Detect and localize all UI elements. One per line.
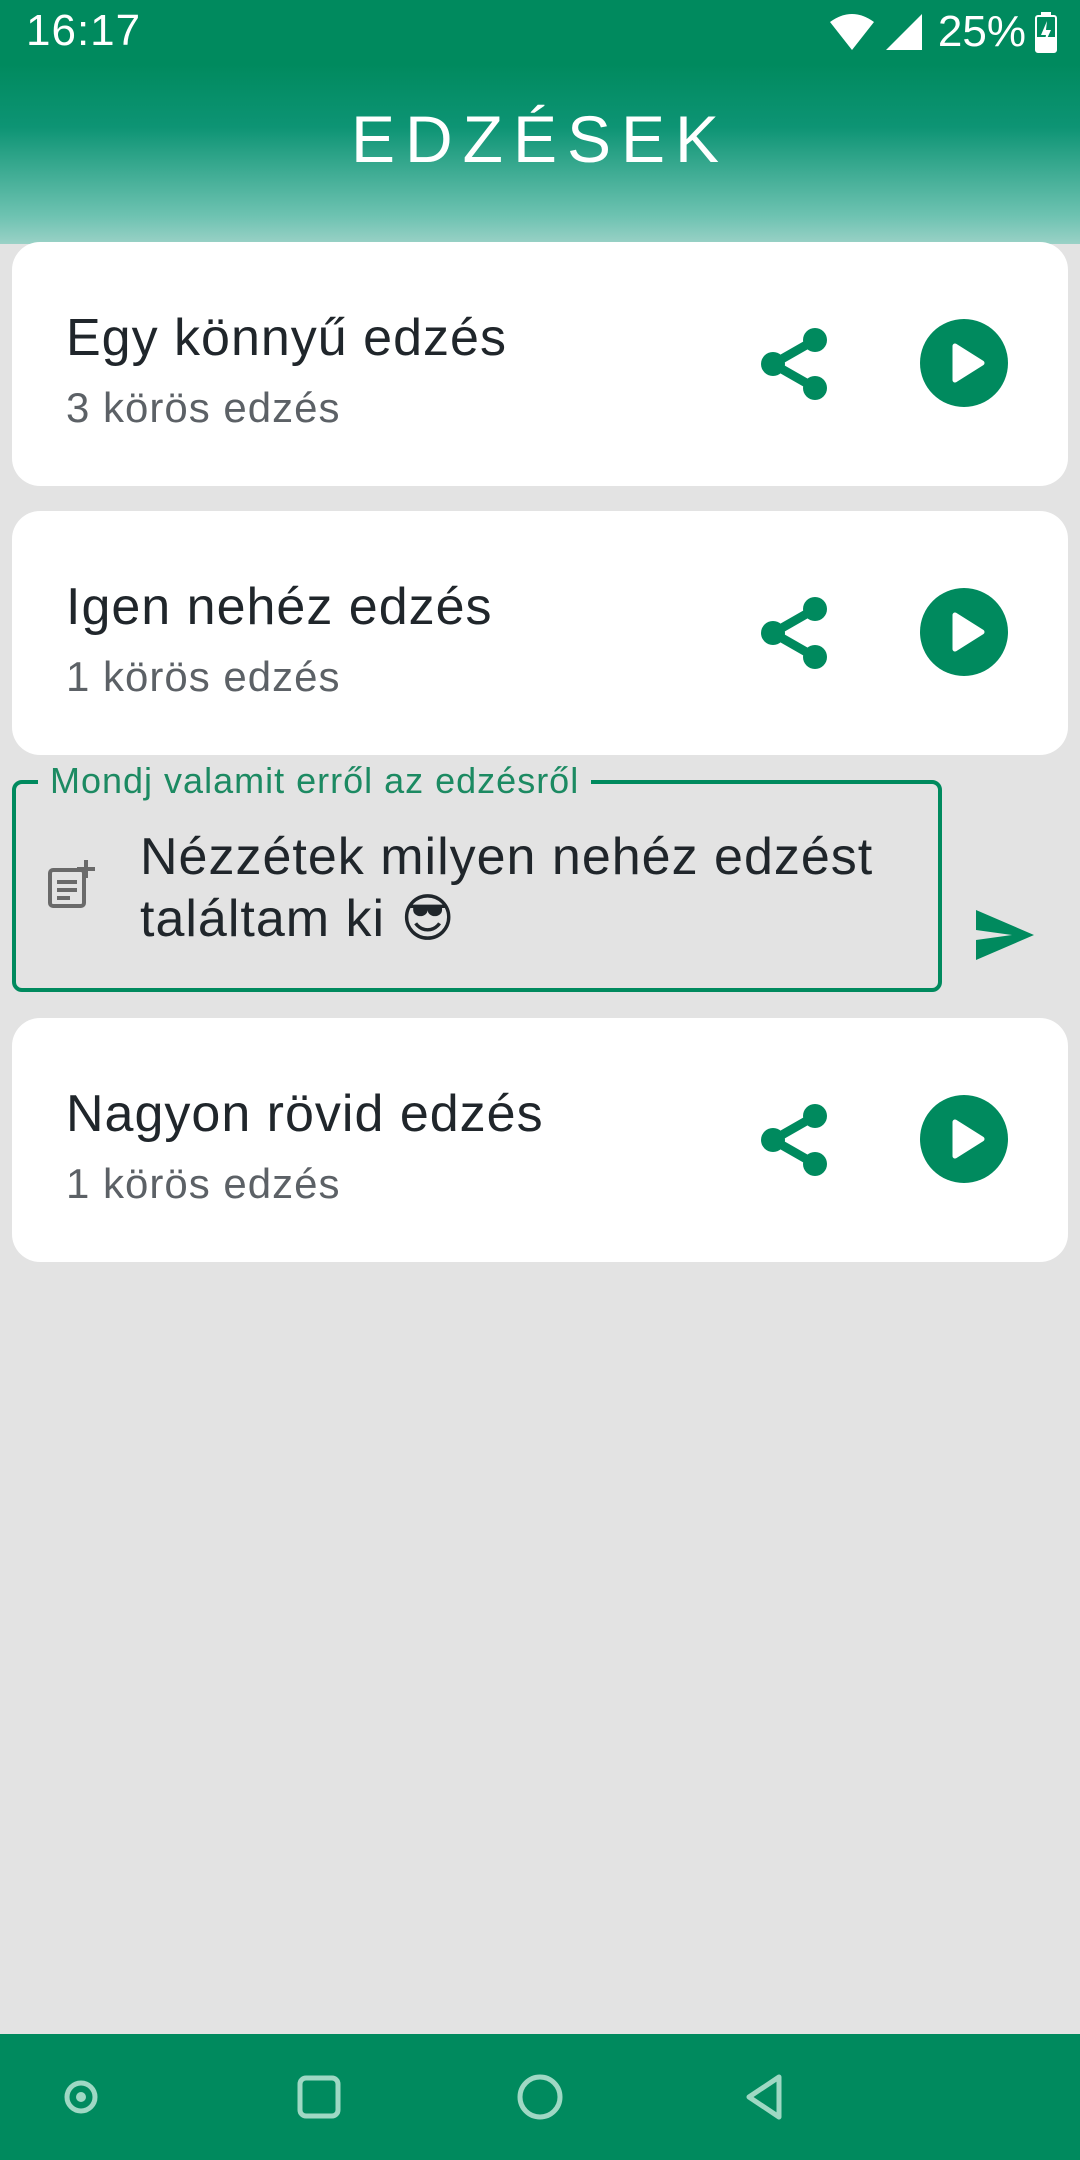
workout-rounds: 3 körös edzés [66,384,341,431]
share-icon[interactable] [755,591,839,675]
play-icon [952,612,985,652]
cellular-signal-icon [885,14,922,50]
assistant-dot-icon[interactable] [51,2067,111,2127]
app-header: EDZÉSEK [0,64,1080,244]
battery-charging-icon [1035,12,1057,53]
workout-title: Nagyon rövid edzés [66,1085,544,1143]
navigation-bar [0,2034,1080,2160]
share-icon[interactable] [755,322,839,406]
page-title: EDZÉSEK [350,102,730,176]
battery-percent: 25% [937,7,1026,56]
status-bar: 16:17 25% [0,0,1080,64]
workout-card[interactable]: Egy könnyű edzés 3 körös edzés [12,242,1068,486]
play-button[interactable] [920,588,1008,676]
note-add-icon [48,860,95,908]
wifi-icon [829,14,874,50]
workout-card[interactable]: Igen nehéz edzés 1 körös edzés [12,511,1068,755]
workout-card[interactable]: Nagyon rövid edzés 1 körös edzés [12,1018,1068,1262]
workout-title: Egy könnyű edzés [66,309,507,367]
send-icon[interactable] [970,900,1040,970]
comment-input-text[interactable]: Nézzétek milyen nehéz edzést találtam ki… [140,826,920,950]
back-triangle-icon[interactable] [735,2067,795,2127]
play-icon [952,1119,985,1159]
play-button[interactable] [920,319,1008,407]
comment-field-label: Mondj valamit erről az edzésről [38,760,592,802]
play-icon [952,343,985,383]
play-button[interactable] [920,1095,1008,1183]
status-time: 16:17 [26,6,142,55]
recents-square-icon[interactable] [289,2067,349,2127]
workout-rounds: 1 körös edzés [66,1160,341,1207]
workout-rounds: 1 körös edzés [66,653,341,700]
share-icon[interactable] [755,1098,839,1182]
workout-title: Igen nehéz edzés [66,578,493,636]
status-icons: 25% [828,7,1058,56]
home-circle-icon[interactable] [510,2067,570,2127]
